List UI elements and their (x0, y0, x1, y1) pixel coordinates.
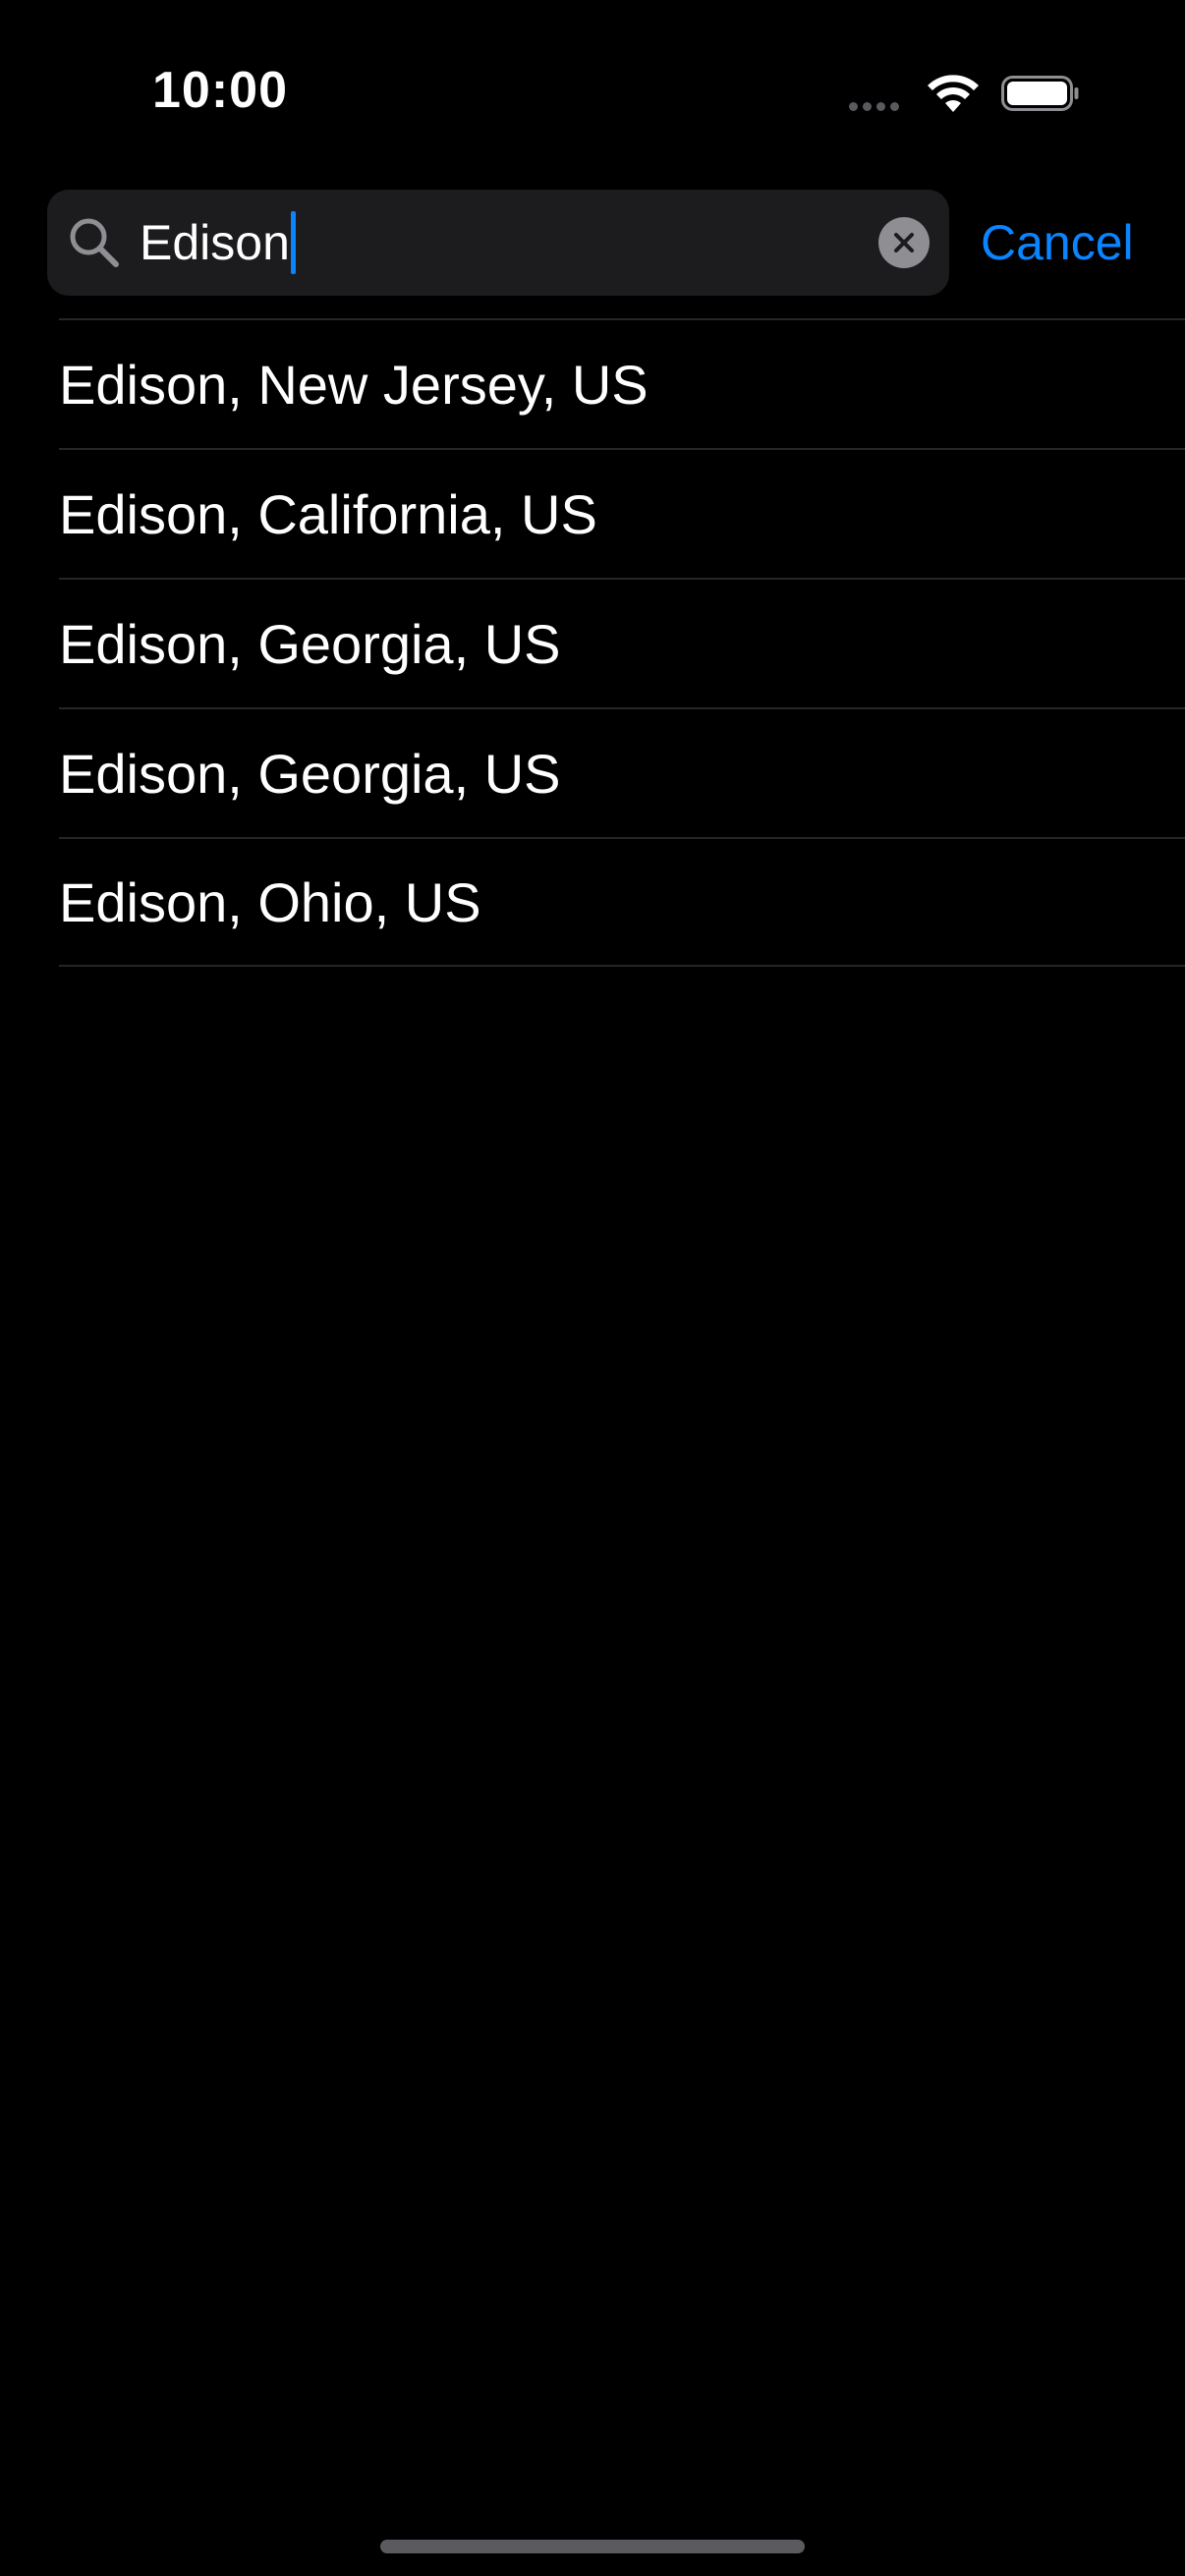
cellular-signal-icon (849, 102, 899, 111)
clear-x-icon (894, 233, 914, 252)
search-input-text: Edison (140, 215, 290, 270)
search-bar: Edison Cancel (0, 190, 1185, 296)
search-results-list: Edison, New Jersey, US Edison, Californi… (59, 318, 1185, 967)
status-bar: 10:00 (0, 0, 1185, 187)
clear-search-button[interactable] (878, 217, 930, 268)
list-item[interactable]: Edison, Ohio, US (59, 837, 1185, 967)
home-indicator[interactable] (380, 2540, 805, 2553)
list-item[interactable]: Edison, Georgia, US (59, 707, 1185, 837)
text-caret (290, 211, 296, 274)
cancel-button[interactable]: Cancel (981, 207, 1134, 278)
search-field[interactable]: Edison (47, 190, 949, 296)
list-item[interactable]: Edison, Georgia, US (59, 578, 1185, 707)
magnifying-glass-icon (70, 218, 119, 267)
list-item[interactable]: Edison, New Jersey, US (59, 318, 1185, 448)
search-input[interactable]: Edison (140, 209, 296, 276)
status-time: 10:00 (152, 62, 288, 119)
battery-icon (1001, 76, 1079, 111)
list-item[interactable]: Edison, California, US (59, 448, 1185, 578)
wifi-icon (928, 75, 979, 112)
